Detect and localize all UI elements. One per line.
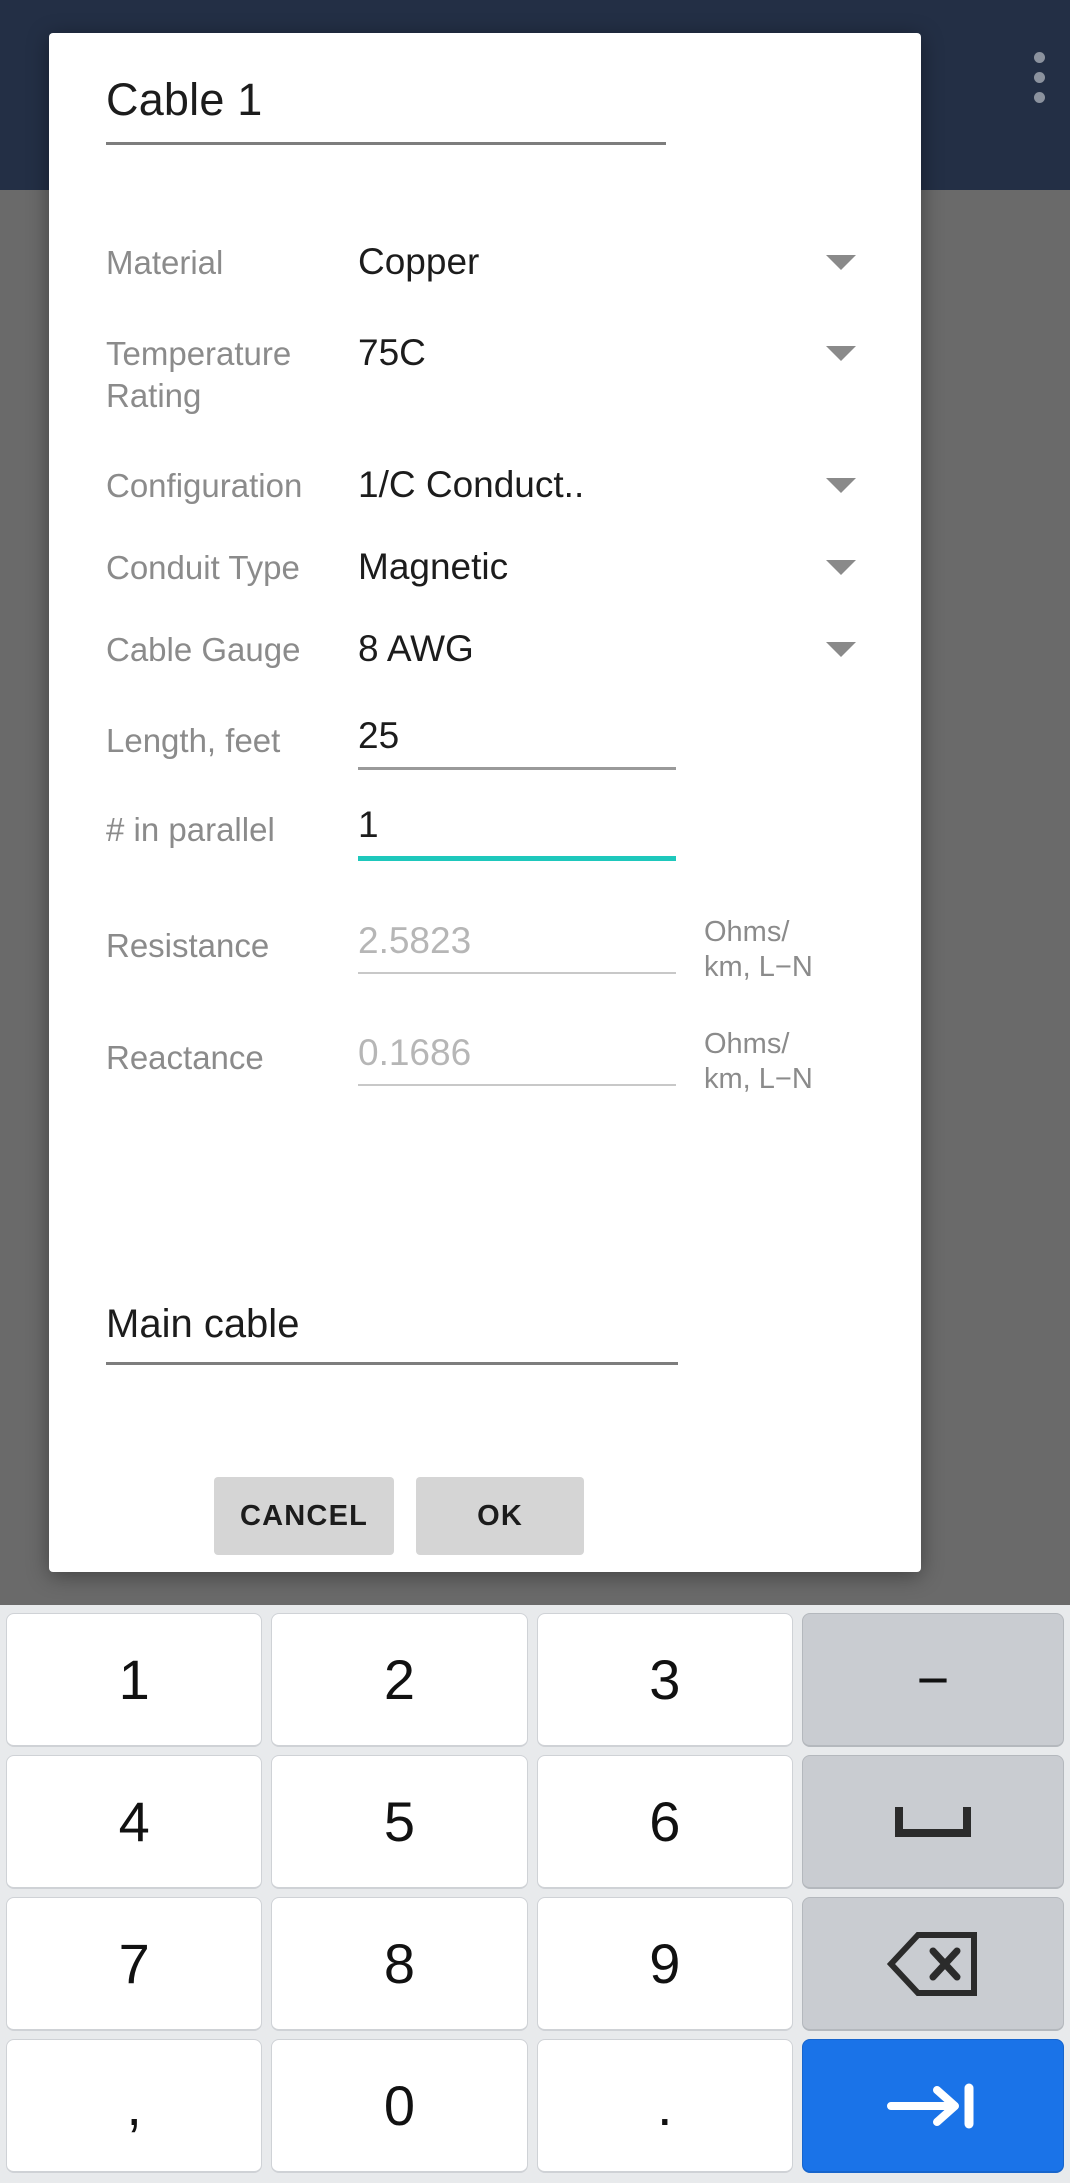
field-row-length: Length, feet 25 xyxy=(106,715,878,770)
select-conduit-type[interactable]: Magnetic xyxy=(358,543,878,591)
chevron-down-icon xyxy=(826,477,856,493)
field-row-material: Material Copper xyxy=(106,238,878,286)
cable-name-field[interactable]: Cable 1 xyxy=(106,73,666,146)
select-material-value: Copper xyxy=(358,241,480,282)
resistance-unit: Ohms/ km, L−N xyxy=(704,916,813,983)
reactance-unit: Ohms/ km, L−N xyxy=(704,1028,813,1095)
key-9[interactable]: 9 xyxy=(536,1897,793,2031)
keyboard-row-4: ,0. xyxy=(6,2039,1064,2173)
length-underline xyxy=(358,766,676,770)
cable-name-value: Cable 1 xyxy=(106,74,263,125)
key-2[interactable]: 2 xyxy=(271,1613,528,1747)
key-8[interactable]: 8 xyxy=(271,1897,528,2031)
ok-button[interactable]: OK xyxy=(416,1477,585,1555)
field-row-temperature-rating: Temperature Rating 75C xyxy=(106,329,878,417)
length-input[interactable]: 25 xyxy=(358,715,676,770)
dialog-actions: CANCEL OK xyxy=(49,1477,921,1555)
key-6[interactable]: 6 xyxy=(536,1755,793,1889)
parallel-underline-focused xyxy=(358,855,676,861)
label-length: Length, feet xyxy=(106,722,281,759)
select-cable-gauge[interactable]: 8 AWG xyxy=(358,625,878,673)
field-row-parallel: # in parallel 1 xyxy=(106,804,878,861)
key-period[interactable]: . xyxy=(536,2039,793,2173)
select-temperature-rating-value: 75C xyxy=(358,332,426,373)
key-space[interactable] xyxy=(801,1755,1064,1889)
screen: Cable 1 Material Copper Temperature Rati… xyxy=(0,0,1070,2183)
keyboard-row-3: 789 xyxy=(6,1897,1064,2031)
select-material[interactable]: Copper xyxy=(358,238,878,286)
field-row-resistance: Resistance 2.5823 Ohms/ km, L−N xyxy=(106,916,878,983)
resistance-value: 2.5823 xyxy=(358,920,472,961)
label-material: Material xyxy=(106,244,224,281)
reactance-underline xyxy=(358,1083,676,1086)
select-configuration-value: 1/C Conduct.. xyxy=(358,464,585,505)
key-5[interactable]: 5 xyxy=(271,1755,528,1889)
label-configuration: Configuration xyxy=(106,467,303,504)
label-parallel: # in parallel xyxy=(106,811,275,848)
key-minus[interactable]: − xyxy=(801,1613,1064,1747)
field-row-cable-gauge: Cable Gauge 8 AWG xyxy=(106,625,878,673)
key-1[interactable]: 1 xyxy=(6,1613,263,1747)
chevron-down-icon xyxy=(826,559,856,575)
backspace-icon xyxy=(886,1931,979,1997)
field-row-conduit-type: Conduit Type Magnetic xyxy=(106,543,878,591)
chevron-down-icon xyxy=(826,345,856,361)
chevron-down-icon xyxy=(826,641,856,657)
cable-note-field[interactable]: Main cable xyxy=(106,1300,678,1365)
label-temperature-rating: Temperature Rating xyxy=(106,335,292,415)
reactance-input[interactable]: 0.1686 xyxy=(358,1032,676,1086)
space-icon xyxy=(894,1805,971,1839)
label-reactance: Reactance xyxy=(106,1039,264,1076)
keyboard-row-2: 456 xyxy=(6,1755,1064,1889)
chevron-down-icon xyxy=(826,254,856,270)
resistance-input[interactable]: 2.5823 xyxy=(358,920,676,974)
field-row-configuration: Configuration 1/C Conduct.. xyxy=(106,461,878,509)
more-vertical-icon[interactable] xyxy=(1034,52,1045,103)
key-next[interactable] xyxy=(801,2039,1064,2173)
key-7[interactable]: 7 xyxy=(6,1897,263,2031)
length-value: 25 xyxy=(358,715,400,756)
numeric-keyboard: 1 2 3−4 5 6 7 8 9, 0. xyxy=(0,1605,1070,2183)
key-0[interactable]: 0 xyxy=(271,2039,528,2173)
field-row-reactance: Reactance 0.1686 Ohms/ km, L−N xyxy=(106,1028,878,1095)
key-backspace[interactable] xyxy=(801,1897,1064,2031)
select-cable-gauge-value: 8 AWG xyxy=(358,628,474,669)
tab-next-icon xyxy=(885,2080,981,2132)
cancel-button[interactable]: CANCEL xyxy=(214,1477,395,1555)
reactance-value: 0.1686 xyxy=(358,1032,472,1073)
cable-note-value: Main cable xyxy=(106,1302,300,1346)
label-cable-gauge: Cable Gauge xyxy=(106,631,301,668)
select-conduit-type-value: Magnetic xyxy=(358,546,509,587)
keyboard-row-1: 1 2 3− xyxy=(6,1613,1064,1747)
select-temperature-rating[interactable]: 75C xyxy=(358,329,878,377)
cable-note-underline xyxy=(106,1362,678,1365)
key-4[interactable]: 4 xyxy=(6,1755,263,1889)
resistance-underline xyxy=(358,971,676,974)
cable-edit-dialog: Cable 1 Material Copper Temperature Rati… xyxy=(49,33,921,1572)
select-configuration[interactable]: 1/C Conduct.. xyxy=(358,461,878,509)
label-resistance: Resistance xyxy=(106,927,270,964)
label-conduit-type: Conduit Type xyxy=(106,549,300,586)
cable-name-underline xyxy=(106,142,666,146)
key-3[interactable]: 3 xyxy=(536,1613,793,1747)
key-comma[interactable]: , xyxy=(6,2039,263,2173)
parallel-value: 1 xyxy=(358,804,379,845)
parallel-input[interactable]: 1 xyxy=(358,804,676,861)
